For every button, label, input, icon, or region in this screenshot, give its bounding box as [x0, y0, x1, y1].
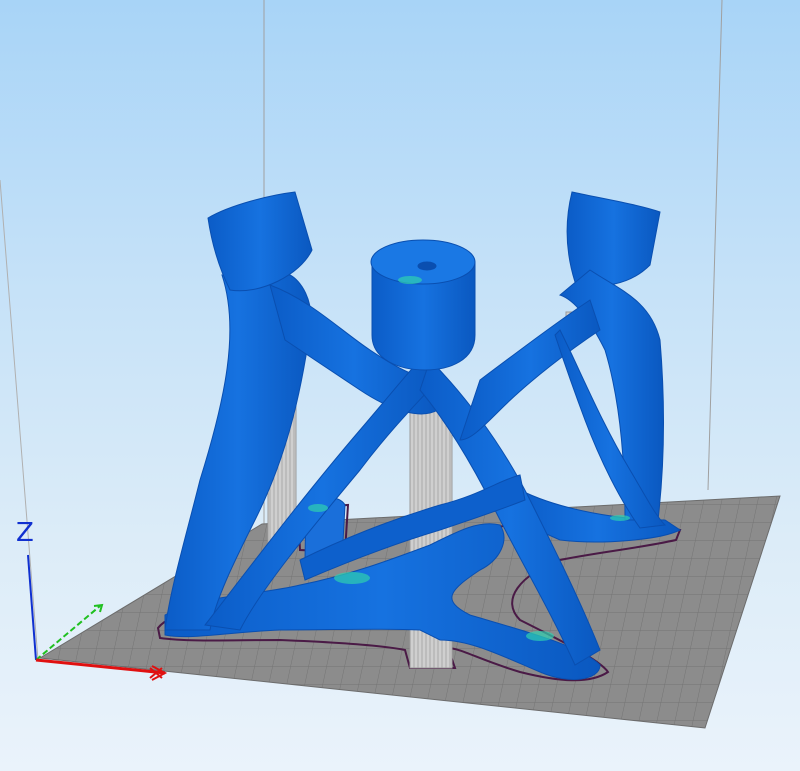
z-axis-label: Z	[16, 518, 34, 548]
3d-viewport[interactable]: Z	[0, 0, 800, 771]
z-axis-arrow-icon	[27, 554, 37, 661]
scene-canvas[interactable]	[0, 0, 800, 771]
